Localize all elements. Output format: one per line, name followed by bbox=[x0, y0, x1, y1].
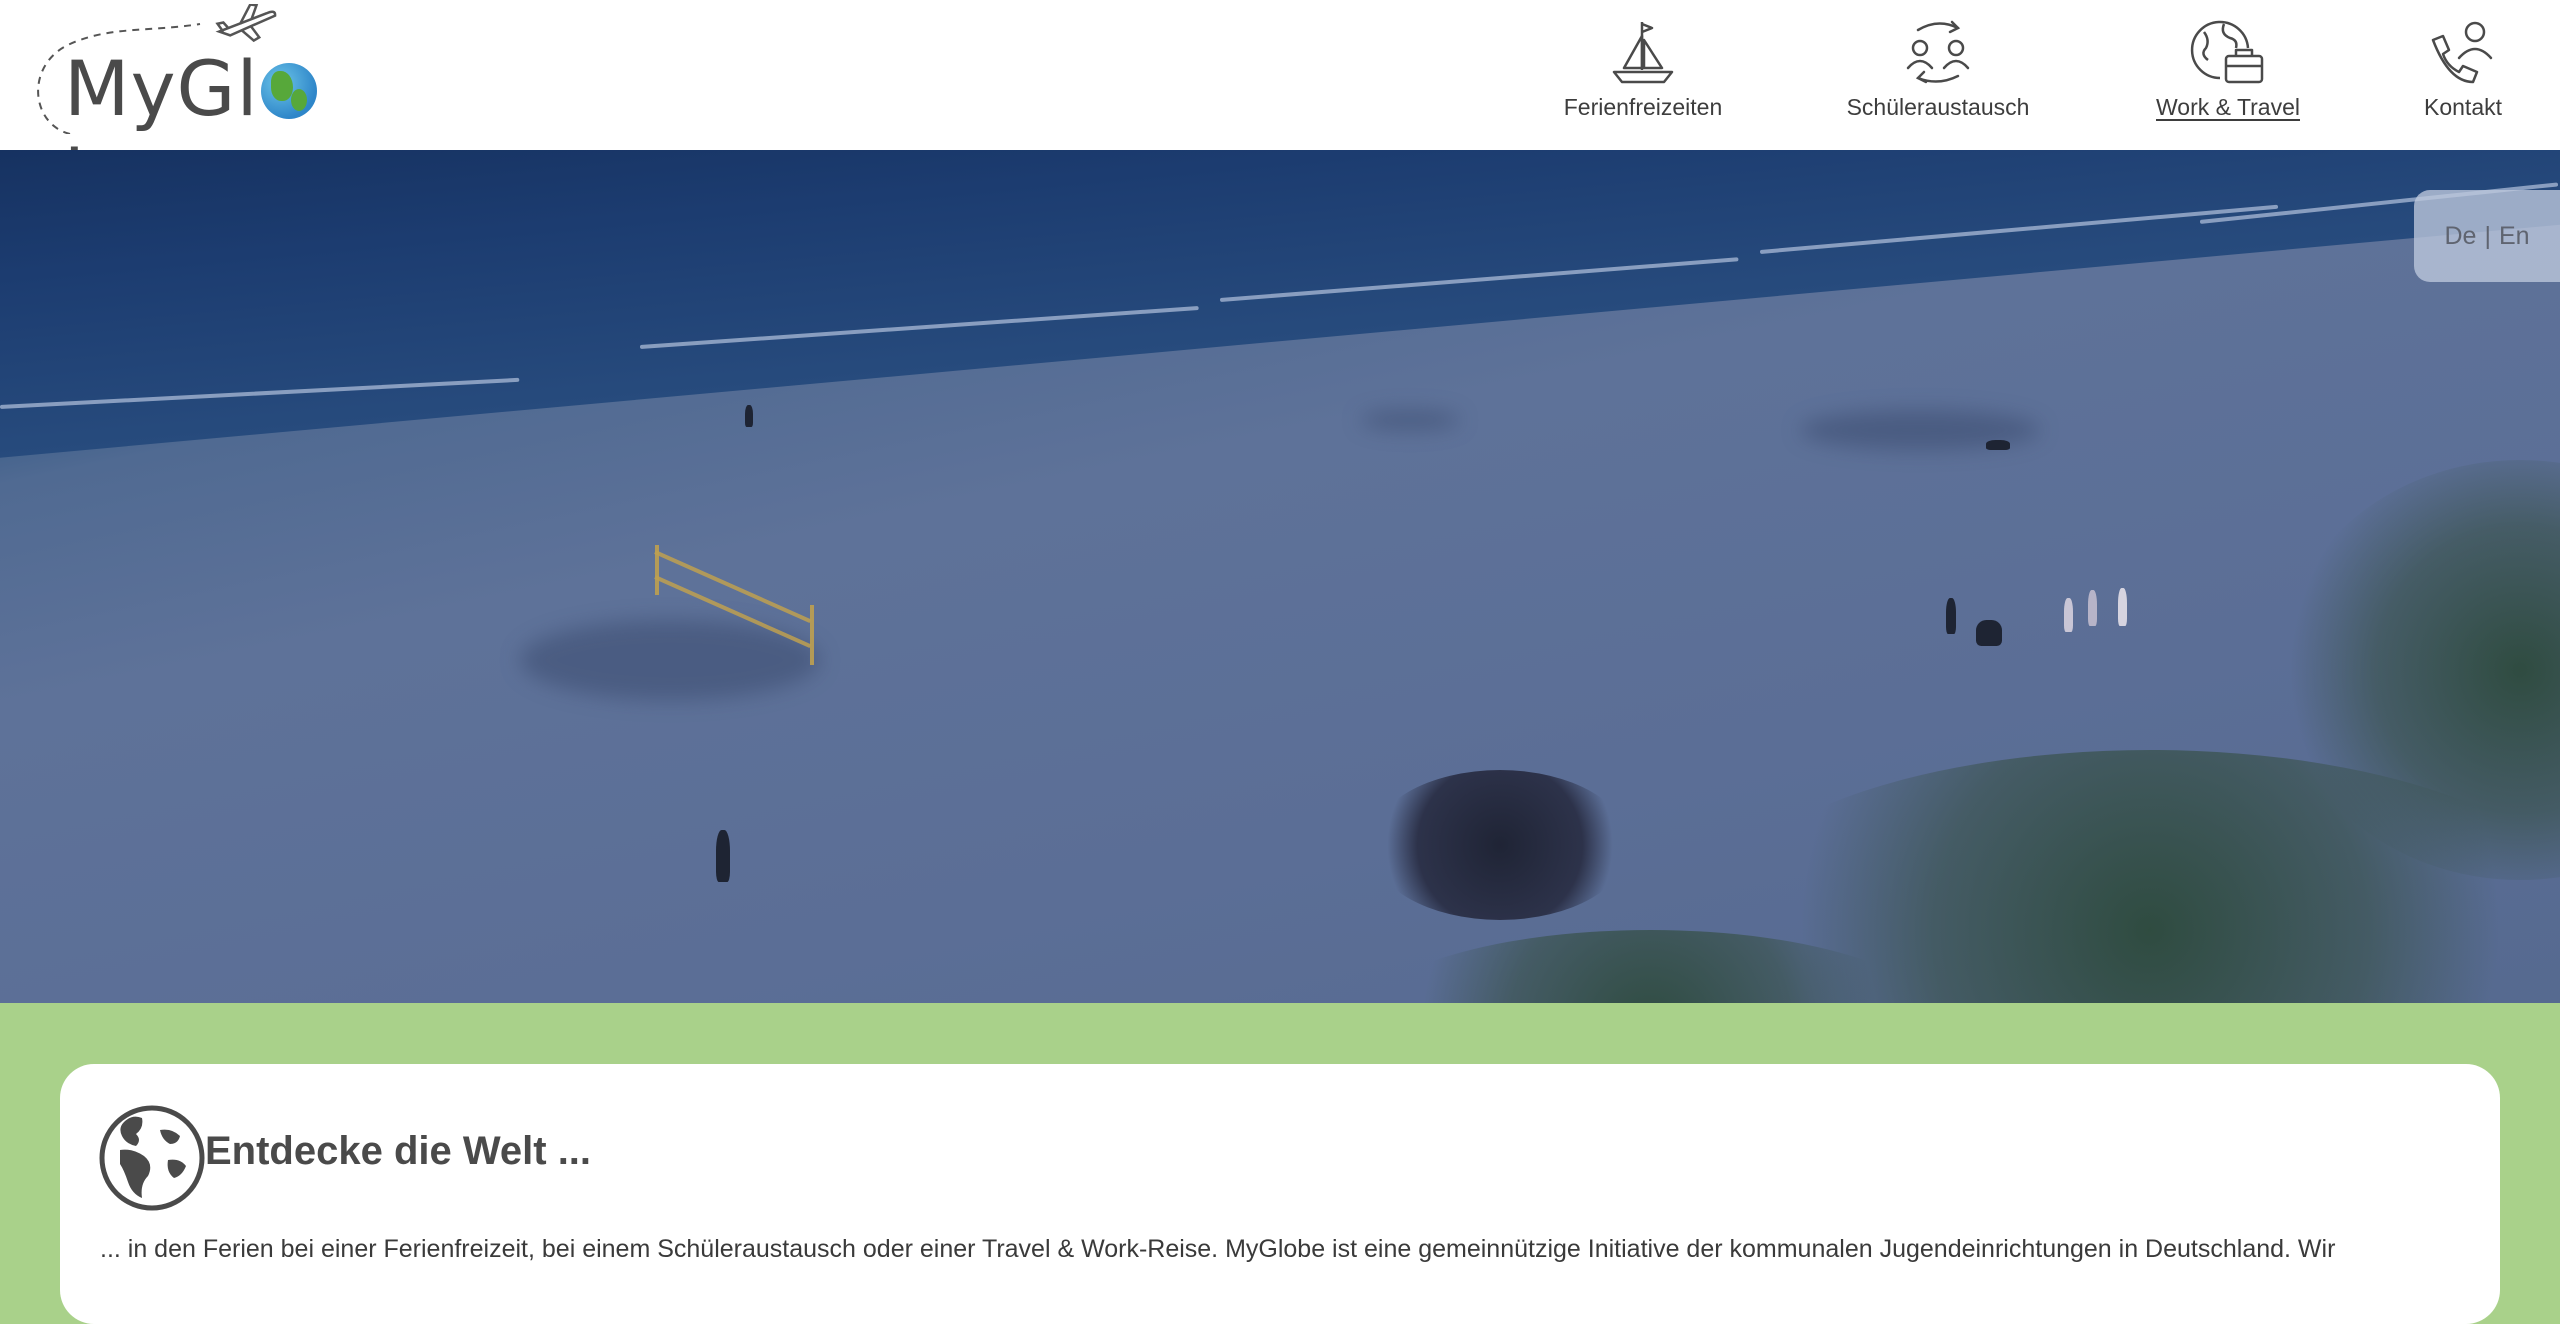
hero-person bbox=[2088, 590, 2097, 626]
nav-label-kontakt: Kontakt bbox=[2424, 94, 2502, 120]
hero-person bbox=[745, 405, 753, 427]
nav-label-ferienfreizeiten: Ferienfreizeiten bbox=[1563, 94, 1723, 120]
sailboat-icon bbox=[1612, 22, 1674, 84]
globe-icon bbox=[99, 1105, 205, 1211]
hero-beach-image bbox=[0, 150, 2560, 1003]
language-separator: | bbox=[2484, 221, 2491, 250]
nav-item-work-travel[interactable]: Work & Travel bbox=[2148, 18, 2308, 121]
nav-label-work-travel: Work & Travel bbox=[2156, 94, 2300, 120]
hero-person bbox=[2064, 598, 2073, 632]
hero-person bbox=[1946, 598, 1956, 634]
hero-sea bbox=[0, 150, 2560, 459]
intro-text: ... in den Ferien bei einer Ferienfreize… bbox=[100, 1235, 2336, 1263]
hero-net-pole bbox=[810, 605, 814, 665]
nav-label-schueleraustausch: Schüleraustausch bbox=[1846, 94, 2030, 120]
hero-net-pole bbox=[655, 545, 659, 595]
hero-person bbox=[716, 830, 730, 882]
site-header: MyGlbe Ferienfreizeiten bbox=[0, 0, 2560, 222]
nav-item-kontakt[interactable]: Kontakt bbox=[2408, 18, 2518, 121]
hero-person bbox=[1976, 620, 2002, 646]
language-de-link[interactable]: De bbox=[2444, 222, 2476, 251]
hero-person bbox=[2118, 588, 2127, 626]
intro-card: Entdecke die Welt ... ... in den Ferien … bbox=[60, 1064, 2500, 1324]
globe-briefcase-icon bbox=[2190, 20, 2264, 84]
nav-item-ferienfreizeiten[interactable]: Ferienfreizeiten bbox=[1558, 18, 1728, 121]
exchange-people-icon bbox=[1906, 20, 1970, 84]
hero-sand-shadow bbox=[1360, 410, 1460, 430]
hero-person bbox=[1986, 440, 2010, 450]
myglobe-logo[interactable]: MyGlbe bbox=[30, 4, 370, 222]
nav-item-schueleraustausch[interactable]: Schüleraustausch bbox=[1840, 18, 2036, 121]
intro-title: Entdecke die Welt ... bbox=[205, 1129, 592, 1173]
language-en-link[interactable]: En bbox=[2499, 222, 2530, 251]
logo-globe-icon bbox=[260, 63, 317, 119]
phone-person-icon bbox=[2431, 21, 2493, 84]
hero-people-group bbox=[1370, 770, 1630, 920]
language-switcher: De | En bbox=[2414, 190, 2560, 282]
